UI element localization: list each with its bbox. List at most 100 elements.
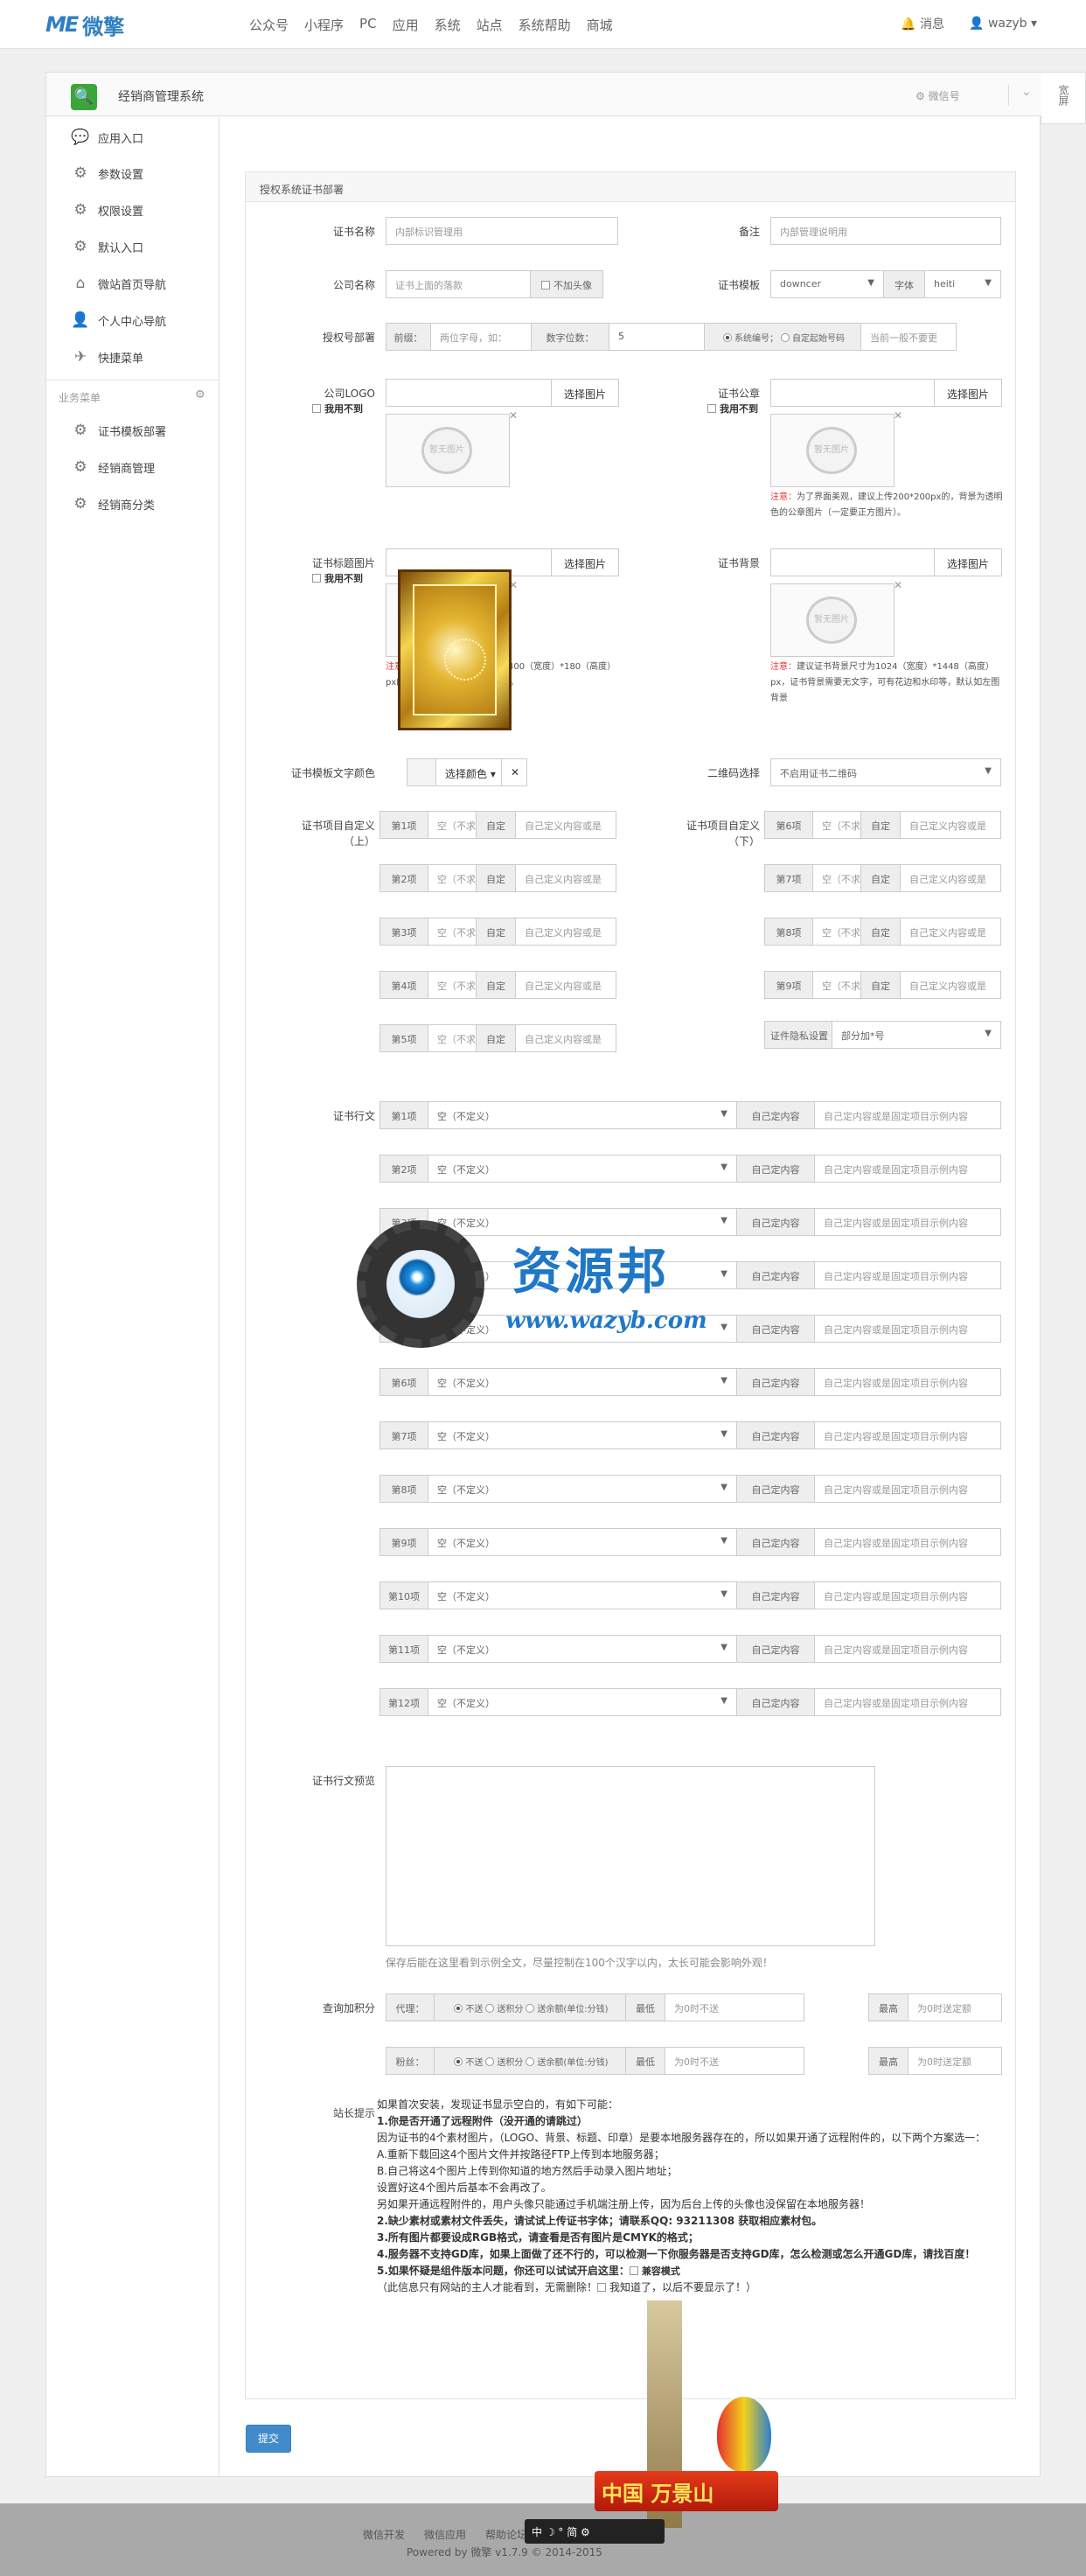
custom-top-content[interactable]: 自己定义内容或是 bbox=[515, 864, 616, 892]
custom-bottom-content[interactable]: 自己定义内容或是 bbox=[900, 864, 1001, 892]
remove-icon[interactable]: ✕ bbox=[509, 409, 518, 422]
seal-choose-button[interactable]: 选择图片 bbox=[934, 379, 1002, 407]
text-row-select[interactable]: 空（不定义） ▼ bbox=[428, 1155, 737, 1183]
sidebar-item-params[interactable]: ⚙ 参数设置 bbox=[71, 164, 143, 183]
text-row-content[interactable]: 自己定内容或是固定项目示例内容 bbox=[814, 1368, 1001, 1396]
text-row-content[interactable]: 自己定内容或是固定项目示例内容 bbox=[814, 1315, 1001, 1343]
nav-xcx[interactable]: 小程序 bbox=[304, 16, 344, 34]
custom-bottom-content[interactable]: 自己定义内容或是 bbox=[900, 971, 1001, 999]
custom-top-content[interactable]: 自己定义内容或是 bbox=[515, 1024, 616, 1052]
preview-textarea[interactable] bbox=[386, 1766, 875, 1946]
text-row-select[interactable]: 空（不定义） ▼ bbox=[428, 1635, 737, 1663]
seal-unused[interactable]: 我用不到 bbox=[707, 401, 758, 415]
title-unused-checkbox[interactable] bbox=[312, 574, 321, 583]
text-row-select[interactable]: 空（不定义） ▼ bbox=[428, 1475, 737, 1503]
custom-bottom-content[interactable]: 自己定义内容或是 bbox=[900, 811, 1001, 839]
text-row-content[interactable]: 自己定内容或是固定项目示例内容 bbox=[814, 1635, 1001, 1663]
text-row-content[interactable]: 自己定内容或是固定项目示例内容 bbox=[814, 1261, 1001, 1289]
fans-radio-none[interactable] bbox=[454, 2057, 463, 2066]
fans-radio-balance[interactable] bbox=[526, 2057, 535, 2066]
text-row-select[interactable]: 空（不定义） ▼ bbox=[428, 1421, 737, 1449]
switch-account[interactable]: ⚙ 微信号 bbox=[915, 88, 960, 103]
agent-min-input[interactable]: 为0时不送 bbox=[665, 1993, 804, 2021]
sidebar-item-default[interactable]: ⚙ 默认入口 bbox=[71, 237, 143, 256]
sidebar-item-dealers[interactable]: ⚙ 经销商管理 bbox=[71, 457, 155, 477]
custom-start-input[interactable]: 当前一般不要更 bbox=[860, 323, 957, 351]
fans-min-input[interactable]: 为0时不送 bbox=[665, 2047, 804, 2075]
user-menu[interactable]: 👤 wazyb ▾ bbox=[969, 17, 1037, 31]
text-row-content[interactable]: 自己定内容或是固定项目示例内容 bbox=[814, 1421, 1001, 1449]
ime-toolbar[interactable]: 中 ☽ ° 简 ⚙ bbox=[525, 2519, 665, 2544]
remark-input[interactable]: 内部管理说明用 bbox=[770, 217, 1001, 245]
custom-top-empty[interactable]: 空（不求 bbox=[428, 864, 477, 892]
text-row-select[interactable]: 空（不定义） ▼ bbox=[428, 1688, 737, 1716]
no-avatar-checkbox[interactable] bbox=[541, 281, 550, 290]
logo-unused[interactable]: 我用不到 bbox=[312, 401, 363, 415]
custom-top-empty[interactable]: 空（不求 bbox=[428, 811, 477, 839]
sidebar-item-entry[interactable]: 💬 应用入口 bbox=[71, 128, 143, 147]
clear-color-icon[interactable]: ✕ bbox=[501, 758, 527, 786]
custom-top-empty[interactable]: 空（不求 bbox=[428, 1024, 477, 1052]
bg-choose-button[interactable]: 选择图片 bbox=[934, 548, 1002, 576]
color-picker-button[interactable]: 选择颜色 ▾ bbox=[435, 758, 502, 786]
logo-input[interactable] bbox=[386, 379, 552, 407]
custom-top-empty[interactable]: 空（不求 bbox=[428, 918, 477, 946]
footer-link[interactable]: 微信开发 bbox=[363, 2527, 405, 2542]
nav-shop[interactable]: 商城 bbox=[587, 16, 613, 34]
nav-gzh[interactable]: 公众号 bbox=[249, 16, 289, 34]
nav-pc[interactable]: PC bbox=[359, 16, 377, 34]
cert-name-input[interactable]: 内部标识管理用 bbox=[386, 217, 618, 245]
text-row-content[interactable]: 自己定内容或是固定项目示例内容 bbox=[814, 1581, 1001, 1609]
sidebar-item-template[interactable]: ⚙ 证书模板部署 bbox=[71, 421, 166, 440]
collapse-caret-icon[interactable]: ⌄ bbox=[1008, 85, 1032, 106]
nav-help[interactable]: 系统帮助 bbox=[519, 16, 571, 34]
sidebar-item-permission[interactable]: ⚙ 权限设置 bbox=[71, 200, 143, 220]
sidebar-item-home-nav[interactable]: ⌂ 微站首页导航 bbox=[71, 274, 166, 293]
bg-input[interactable] bbox=[770, 548, 935, 576]
text-row-select[interactable]: 空（不定义） ▼ bbox=[428, 1368, 737, 1396]
custom-top-content[interactable]: 自己定义内容或是 bbox=[515, 811, 616, 839]
radio-system[interactable] bbox=[723, 333, 732, 342]
text-row-content[interactable]: 自己定内容或是固定项目示例内容 bbox=[814, 1208, 1001, 1236]
sidebar-item-shortcut[interactable]: ✈ 快捷菜单 bbox=[71, 347, 143, 367]
custom-bottom-empty[interactable]: 空（不求 bbox=[812, 811, 861, 839]
font-select[interactable]: heiti ▼ bbox=[924, 270, 1001, 298]
sidebar-item-center-nav[interactable]: 👤 个人中心导航 bbox=[71, 311, 166, 330]
text-row-content[interactable]: 自己定内容或是固定项目示例内容 bbox=[814, 1528, 1001, 1556]
custom-bottom-empty[interactable]: 空（不求 bbox=[812, 918, 861, 946]
nav-site[interactable]: 站点 bbox=[477, 16, 503, 34]
text-row-content[interactable]: 自己定内容或是固定项目示例内容 bbox=[814, 1101, 1001, 1129]
agent-radio-points[interactable] bbox=[485, 2004, 495, 2013]
nav-app[interactable]: 应用 bbox=[393, 16, 419, 34]
seal-input[interactable] bbox=[770, 379, 935, 407]
custom-bottom-content[interactable]: 自己定义内容或是 bbox=[900, 918, 1001, 946]
dismiss-checkbox[interactable] bbox=[597, 2283, 607, 2292]
template-select[interactable]: downcer ▼ bbox=[770, 270, 884, 298]
prefix-input[interactable]: 两位字母，如： bbox=[430, 323, 532, 351]
footer-link[interactable]: 微信应用 bbox=[424, 2527, 466, 2542]
no-avatar-toggle[interactable]: 不加头像 bbox=[530, 270, 603, 298]
custom-top-empty[interactable]: 空（不求 bbox=[428, 971, 477, 999]
submit-button[interactable]: 提交 bbox=[246, 2425, 291, 2453]
agent-max-input[interactable]: 为0时送定额 bbox=[908, 1993, 1002, 2021]
remove-icon[interactable]: ✕ bbox=[894, 409, 902, 422]
logo-unused-checkbox[interactable] bbox=[312, 404, 321, 413]
privacy-select[interactable]: 部分加*号 ▼ bbox=[832, 1021, 1001, 1049]
qr-select[interactable]: 不启用证书二维码 ▼ bbox=[770, 758, 1001, 786]
title-choose-button[interactable]: 选择图片 bbox=[551, 548, 619, 576]
sidebar-item-categories[interactable]: ⚙ 经销商分类 bbox=[71, 494, 155, 513]
color-swatch[interactable] bbox=[407, 758, 436, 786]
company-input[interactable]: 证书上面的落款 bbox=[386, 270, 531, 298]
text-row-select[interactable]: 空（不定义） ▼ bbox=[428, 1101, 737, 1129]
logo-choose-button[interactable]: 选择图片 bbox=[551, 379, 619, 407]
gear-icon[interactable]: ⚙ bbox=[195, 388, 205, 401]
footer-link[interactable]: 帮助论坛 bbox=[485, 2527, 527, 2542]
nav-system[interactable]: 系统 bbox=[435, 16, 461, 34]
fans-radio-points[interactable] bbox=[485, 2057, 495, 2066]
custom-top-content[interactable]: 自己定义内容或是 bbox=[515, 918, 616, 946]
text-row-content[interactable]: 自己定内容或是固定项目示例内容 bbox=[814, 1688, 1001, 1716]
custom-top-content[interactable]: 自己定义内容或是 bbox=[515, 971, 616, 999]
fans-max-input[interactable]: 为0时送定额 bbox=[908, 2047, 1002, 2075]
remove-icon[interactable]: ✕ bbox=[894, 579, 902, 591]
brand-logo[interactable]: ME 微擎 bbox=[45, 12, 124, 39]
